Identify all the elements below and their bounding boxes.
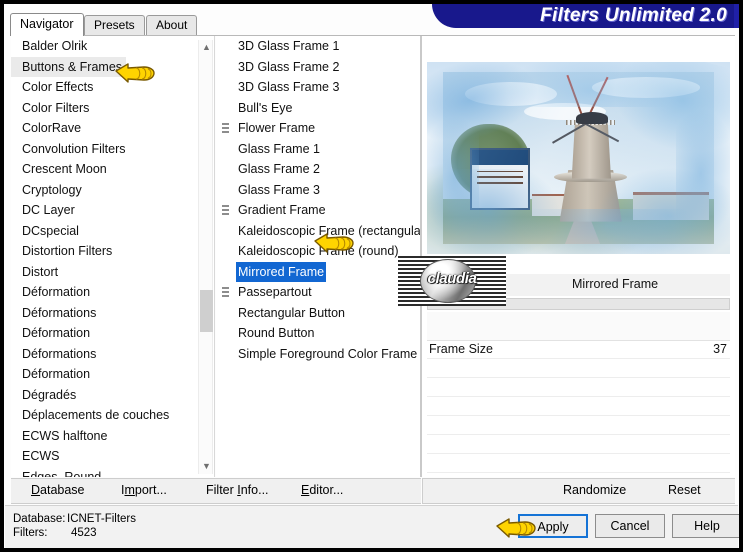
- window-border: [0, 0, 743, 552]
- watermark-text: claudia: [427, 270, 477, 287]
- tab-navigator-label: Navigator: [20, 17, 74, 31]
- filters-unlimited-window: Filters Unlimited 2.0 Navigator Presets …: [0, 0, 743, 552]
- claudia-watermark: claudia: [398, 256, 506, 306]
- tab-navigator[interactable]: Navigator: [10, 13, 84, 36]
